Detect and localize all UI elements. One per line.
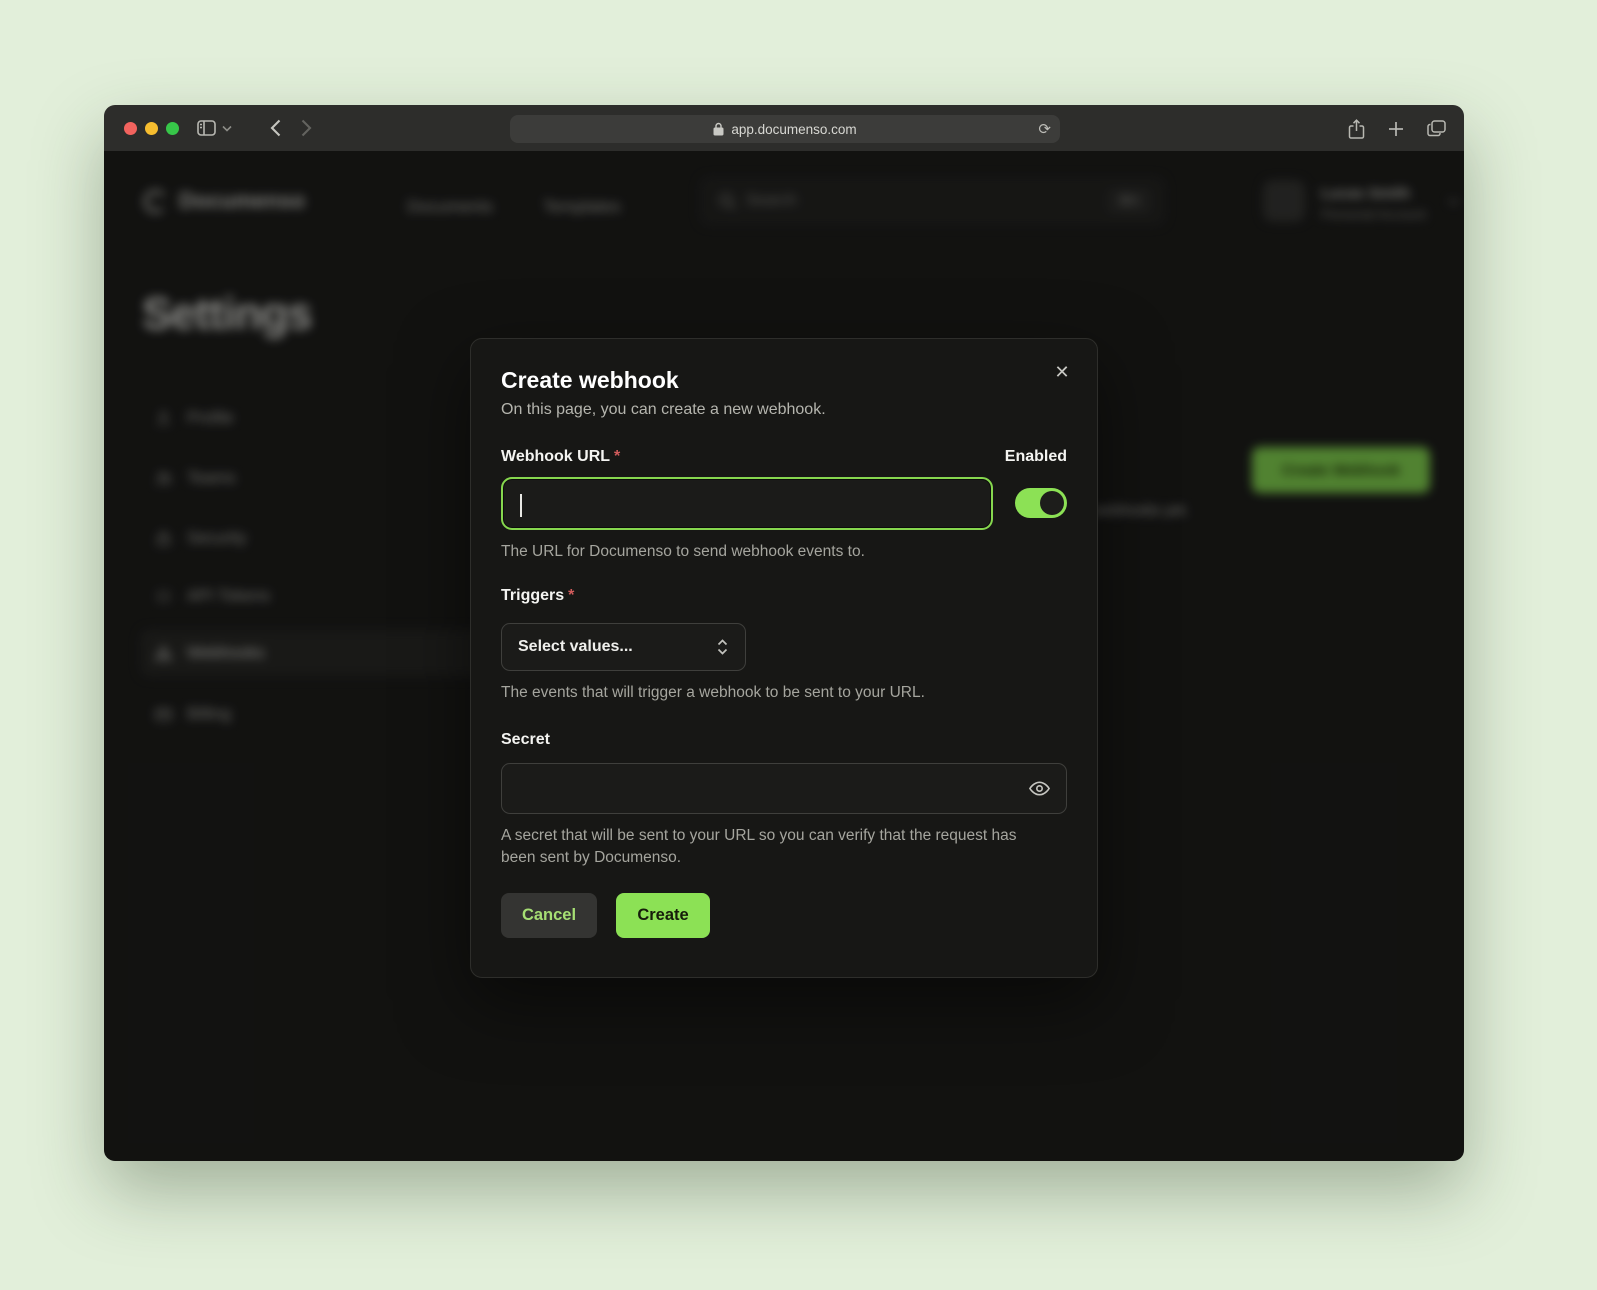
reload-icon[interactable]: ⟳	[1038, 120, 1051, 138]
address-bar[interactable]: app.documenso.com ⟳	[510, 115, 1060, 143]
traffic-lights	[124, 122, 179, 135]
minimize-window-button[interactable]	[145, 122, 158, 135]
close-window-button[interactable]	[124, 122, 137, 135]
cancel-button[interactable]: Cancel	[501, 893, 597, 938]
url-text: app.documenso.com	[731, 122, 856, 137]
close-icon[interactable]: ✕	[1051, 361, 1073, 383]
required-asterisk: *	[614, 448, 620, 465]
secret-input[interactable]	[501, 763, 1067, 814]
secret-helper: A secret that will be sent to your URL s…	[501, 825, 1041, 869]
share-icon[interactable]	[1348, 119, 1365, 139]
create-button[interactable]: Create	[616, 893, 710, 938]
browser-titlebar: app.documenso.com ⟳	[104, 105, 1464, 152]
webhook-url-helper: The URL for Documenso to send webhook ev…	[501, 541, 1067, 563]
triggers-helper: The events that will trigger a webhook t…	[501, 682, 1067, 704]
enabled-label: Enabled	[1005, 448, 1067, 466]
dialog-description: On this page, you can create a new webho…	[501, 401, 1067, 419]
eye-icon[interactable]	[1028, 777, 1051, 805]
webhook-url-label: Webhook URL*	[501, 448, 620, 466]
triggers-select-value: Select values...	[518, 638, 633, 656]
tab-overview-icon[interactable]	[1427, 120, 1446, 137]
back-button[interactable]	[270, 119, 281, 137]
enabled-toggle[interactable]	[1015, 488, 1067, 518]
webhook-url-input[interactable]	[501, 477, 993, 530]
toggle-knob	[1040, 491, 1064, 515]
lock-icon	[713, 122, 724, 136]
dialog-title: Create webhook	[501, 367, 1067, 394]
sidebar-toggle-icon[interactable]	[197, 120, 216, 136]
secret-label: Secret	[501, 731, 1067, 749]
text-cursor	[520, 494, 522, 517]
forward-button[interactable]	[301, 119, 312, 137]
new-tab-icon[interactable]	[1388, 121, 1404, 137]
zoom-window-button[interactable]	[166, 122, 179, 135]
required-asterisk: *	[568, 587, 574, 604]
browser-window: app.documenso.com ⟳	[104, 105, 1464, 1161]
chevron-down-icon[interactable]	[222, 125, 232, 132]
create-webhook-dialog: ✕ Create webhook On this page, you can c…	[470, 338, 1098, 978]
triggers-select[interactable]: Select values...	[501, 623, 746, 671]
triggers-label: Triggers*	[501, 587, 1067, 605]
chevron-up-down-icon	[716, 638, 729, 656]
